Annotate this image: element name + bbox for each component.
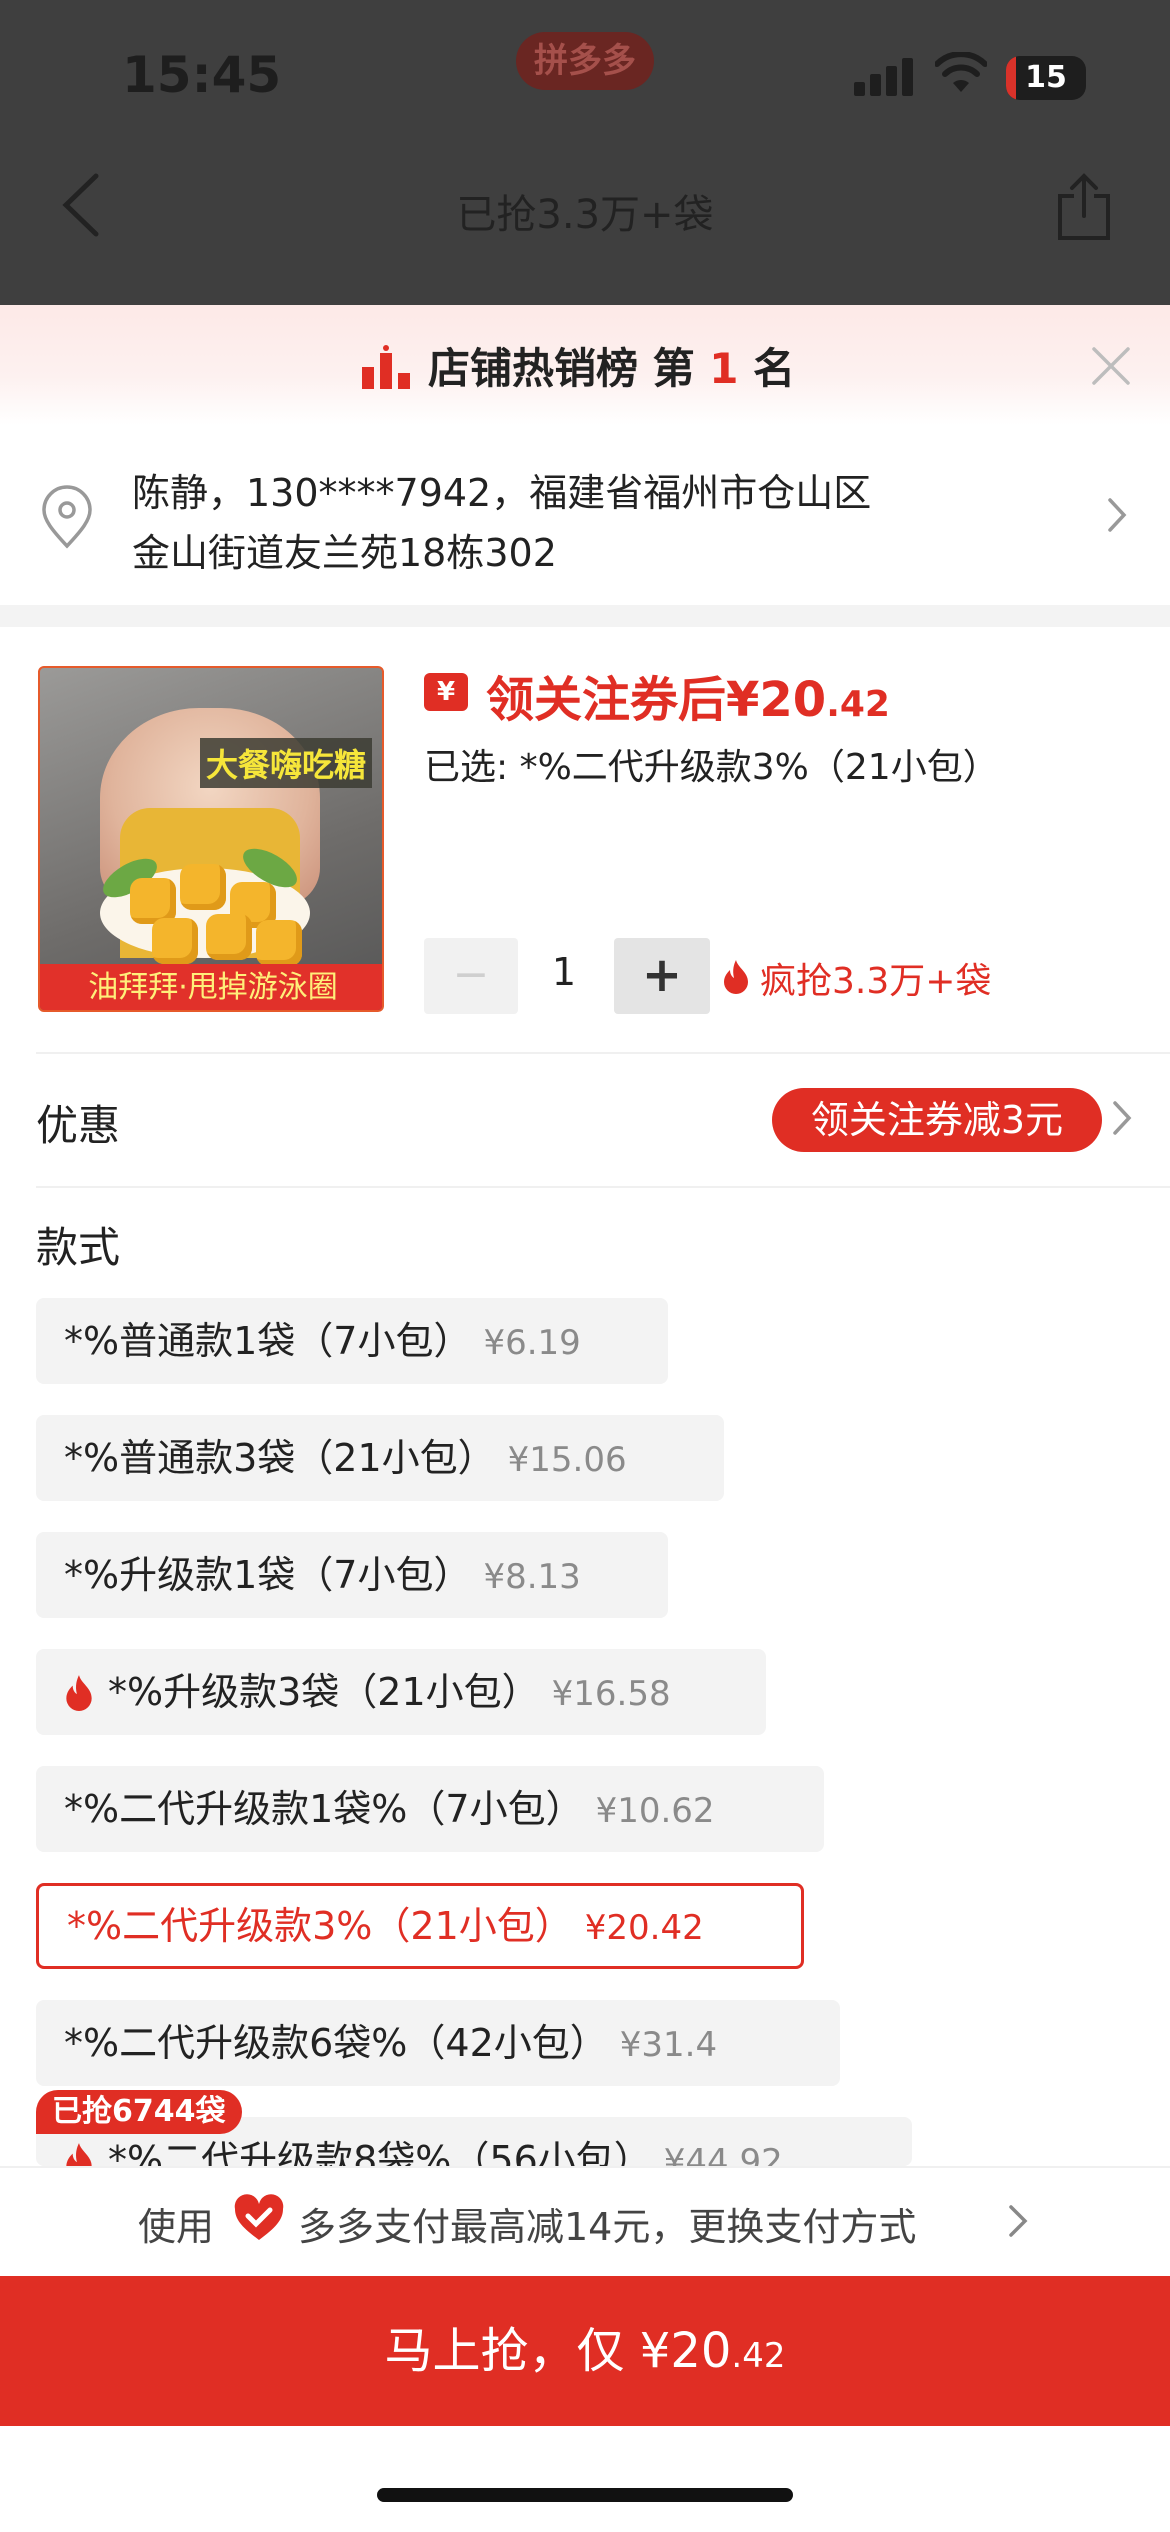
address-line-1[interactable]: 陈静，130****7942，福建省福州市仓山区 — [132, 462, 871, 517]
option-price: ¥16.58 — [551, 1674, 671, 1714]
promo-label: 优惠 — [36, 1101, 121, 1150]
option-price: ¥31.4 — [619, 2025, 718, 2065]
style-option[interactable]: *%普通款3袋（21小包） ¥15.06 — [36, 1415, 724, 1501]
rank-suffix: 名 — [738, 344, 796, 393]
rank-number: 1 — [709, 344, 739, 393]
option-name: *%普通款1袋（7小包） — [64, 1319, 472, 1363]
payment-text[interactable]: 多多支付最高减14元，更换支付方式 — [298, 2196, 916, 2251]
fire-icon — [66, 2143, 92, 2166]
section-divider — [0, 605, 1170, 627]
status-time: 15:45 — [122, 46, 282, 104]
ranking-icon — [362, 345, 410, 389]
option-name: *%二代升级款3%（21小包） — [67, 1904, 573, 1948]
wifi-icon — [935, 52, 987, 92]
image-tag-bottom: 油拜拜·甩掉游泳圈 — [40, 964, 382, 1010]
shop-rank-text: 店铺热销榜 第 1 名 — [428, 335, 795, 396]
option-name: *%二代升级款6袋%（42小包） — [64, 2021, 608, 2065]
buy-price-decimal: .42 — [731, 2336, 786, 2376]
quantity-decrease-button[interactable]: − — [424, 938, 518, 1014]
chevron-right-icon[interactable] — [1008, 2204, 1028, 2238]
style-option[interactable]: *%二代升级款1袋%（7小包） ¥10.62 — [36, 1766, 824, 1852]
battery-level: 15 — [1025, 60, 1067, 95]
option-price: ¥8.13 — [483, 1557, 581, 1597]
home-indicator[interactable] — [377, 2488, 793, 2502]
style-option[interactable]: *%升级款1袋（7小包） ¥8.13 — [36, 1532, 668, 1618]
fire-icon — [724, 960, 748, 994]
option-price: ¥10.62 — [595, 1791, 715, 1831]
coupon-price: 领关注券后¥20.42 — [486, 660, 890, 730]
cellular-signal-icon — [854, 56, 916, 96]
price-main: 领关注券后¥20 — [486, 672, 827, 728]
coupon-icon: ¥ — [424, 673, 468, 711]
price-decimal: .42 — [826, 684, 890, 725]
close-icon[interactable] — [1090, 345, 1132, 387]
quantity-value[interactable]: 1 — [534, 950, 594, 994]
hot-sales-text: 疯抢3.3万+袋 — [760, 961, 992, 1002]
option-name: *%普通款3袋（21小包） — [64, 1436, 496, 1480]
selected-variant: 已选: *%二代升级款3%（21小包） — [424, 747, 999, 788]
sold-count-badge: 已抢6744袋 — [36, 2090, 242, 2134]
option-price: ¥6.19 — [483, 1323, 581, 1363]
quantity-increase-button[interactable]: + — [614, 938, 710, 1014]
style-option[interactable]: *%普通款1袋（7小包） ¥6.19 — [36, 1298, 668, 1384]
product-image[interactable]: 大餐嗨吃糖 油拜拜·甩掉游泳圈 — [38, 666, 384, 1012]
share-icon[interactable] — [1052, 172, 1116, 242]
option-name: *%二代升级款8袋%（56小包） — [108, 2138, 652, 2166]
coupon-button[interactable]: 领关注券减3元 — [772, 1088, 1102, 1152]
heart-pay-icon — [234, 2194, 284, 2240]
style-option[interactable]: *%二代升级款6袋%（42小包） ¥31.4 — [36, 2000, 840, 2086]
page-title: 已抢3.3万+袋 — [456, 192, 714, 238]
app-pill-badge: 拼多多 — [516, 32, 654, 90]
option-name: *%二代升级款1袋%（7小包） — [64, 1787, 584, 1831]
location-pin-icon — [42, 485, 92, 549]
option-price: ¥15.06 — [507, 1440, 627, 1480]
divider — [36, 1186, 1170, 1188]
battery-icon: 15 — [1006, 56, 1086, 100]
buy-label: 马上抢，仅 ¥20 — [384, 2323, 732, 2379]
style-section-label: 款式 — [36, 1223, 121, 1272]
image-tag-top: 大餐嗨吃糖 — [200, 738, 373, 788]
chevron-right-icon[interactable] — [1106, 496, 1128, 534]
payment-text-prefix: 使用 — [138, 2205, 215, 2249]
option-name: *%升级款3袋（21小包） — [108, 1670, 540, 1714]
style-option[interactable]: *%升级款3袋（21小包） ¥16.58 — [36, 1649, 766, 1735]
option-price: ¥44.92 — [663, 2142, 783, 2166]
buy-now-button[interactable]: 马上抢，仅 ¥20.42 — [0, 2276, 1170, 2426]
style-option-selected[interactable]: *%二代升级款3%（21小包） ¥20.42 — [36, 1883, 804, 1969]
divider — [36, 1052, 1170, 1054]
address-line-2[interactable]: 金山街道友兰苑18栋302 — [132, 522, 557, 577]
rank-prefix: 店铺热销榜 第 — [428, 344, 710, 393]
chevron-right-icon[interactable] — [1112, 1100, 1132, 1136]
option-price: ¥20.42 — [584, 1908, 704, 1948]
fire-icon — [66, 1675, 92, 1711]
option-name: *%升级款1袋（7小包） — [64, 1553, 472, 1597]
